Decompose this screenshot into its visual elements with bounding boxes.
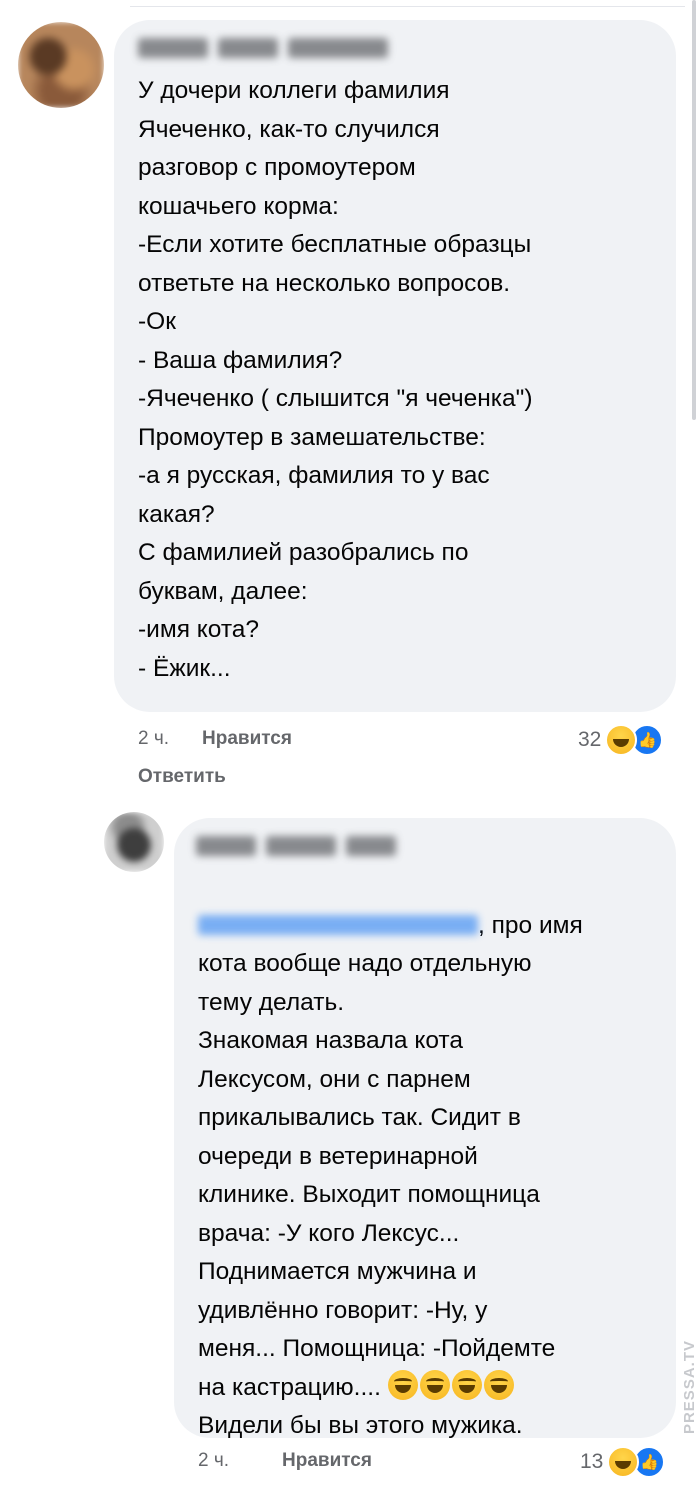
comment-author-name[interactable] [196,836,396,856]
reaction-count: 32 [578,728,602,751]
mention-link[interactable] [198,914,478,935]
scrollbar[interactable] [692,0,696,420]
watermark-logo: PRESSA.TV [681,1340,698,1435]
laughing-emoji-icon [419,1369,450,1400]
comment-text-body: кота вообще надо отдельную тему делать. … [198,950,556,1401]
comment-text: У дочери коллеги фамилия Ячеченко, как-т… [138,77,533,682]
laughing-emoji-icon [451,1369,482,1400]
like-button[interactable]: Нравится [282,1450,372,1472]
comment-text-end: Видели бы вы этого мужика. [198,1412,523,1439]
haha-icon [607,1446,640,1478]
like-button[interactable]: Нравится [202,728,292,750]
comment-text-inline: , про имя [478,911,583,939]
laughing-emoji-icon [483,1369,514,1400]
comment-text: , про имя кота вообще надо отдельную тем… [198,868,668,1446]
laughing-emoji-icon [387,1369,418,1400]
avatar[interactable] [18,22,104,108]
avatar[interactable] [104,812,164,872]
reply-button[interactable]: Ответить [138,766,226,788]
comment-time[interactable]: 2 ч. [138,728,169,750]
reactions-summary[interactable]: 13 👍 [580,1446,666,1478]
reactions-summary[interactable]: 32 👍 [578,724,664,756]
divider [130,6,685,7]
comment-author-name[interactable] [138,38,388,58]
haha-icon [605,724,638,756]
reaction-count: 13 [580,1450,604,1473]
comment-time[interactable]: 2 ч. [198,1450,229,1472]
